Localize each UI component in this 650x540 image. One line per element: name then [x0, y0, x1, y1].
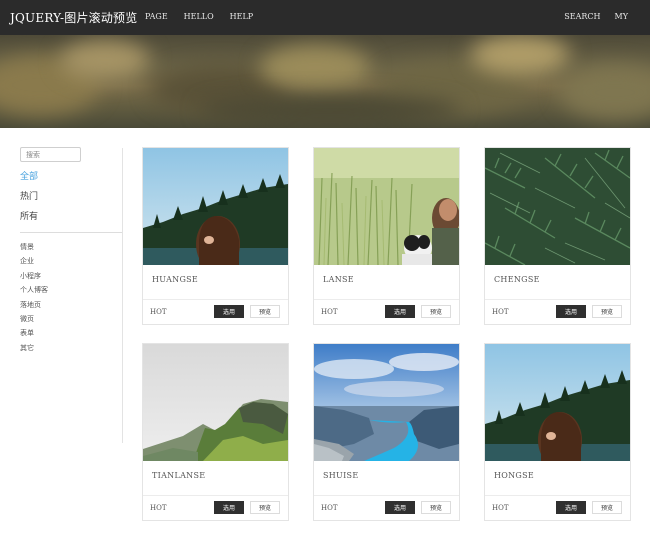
- select-button[interactable]: 选用: [385, 501, 415, 514]
- preview-button[interactable]: 预览: [592, 305, 622, 318]
- card-photo[interactable]: [485, 148, 630, 265]
- template-card[interactable]: SHUISE HOT 选用 预览: [313, 343, 460, 521]
- subcategory-personal-blog[interactable]: 个人博客: [20, 285, 48, 299]
- card-title: SHUISE: [323, 471, 359, 480]
- top-navbar: JQUERY-图片滚动预览 PAGE HELLO HELP SEARCH MY: [0, 0, 650, 35]
- select-button[interactable]: 选用: [214, 501, 244, 514]
- template-card[interactable]: HONGSE HOT 选用 预览: [484, 343, 631, 521]
- card-photo[interactable]: [143, 344, 288, 461]
- template-card[interactable]: TIANLANSE HOT 选用 预览: [142, 343, 289, 521]
- template-card[interactable]: HUANGSE HOT 选用 预览: [142, 147, 289, 325]
- preview-button[interactable]: 预览: [421, 305, 451, 318]
- card-title: LANSE: [323, 275, 354, 284]
- card-tag: HOT: [321, 308, 338, 316]
- sub-category-list: 情景 企业 小程序 个人博客 落地页 微页 表单 其它: [20, 242, 48, 357]
- card-title: HUANGSE: [152, 275, 199, 284]
- subcategory-micro-page[interactable]: 微页: [20, 314, 48, 328]
- card-divider: [143, 495, 288, 496]
- card-photo[interactable]: [485, 344, 630, 461]
- nav-left-group: PAGE HELLO HELP: [145, 12, 253, 21]
- select-button[interactable]: 选用: [556, 305, 586, 318]
- sidebar-divider: [20, 232, 122, 233]
- nav-link-my[interactable]: MY: [615, 12, 628, 21]
- subcategory-enterprise[interactable]: 企业: [20, 256, 48, 270]
- hero-blur-shape: [470, 35, 570, 75]
- card-divider: [314, 299, 459, 300]
- card-tag: HOT: [321, 504, 338, 512]
- card-tag: HOT: [492, 308, 509, 316]
- template-card[interactable]: LANSE HOT 选用 预览: [313, 147, 460, 325]
- subcategory-mini-program[interactable]: 小程序: [20, 271, 48, 285]
- card-tag: HOT: [150, 504, 167, 512]
- preview-button[interactable]: 预览: [250, 305, 280, 318]
- card-title: CHENGSE: [494, 275, 540, 284]
- nav-right-group: SEARCH MY: [564, 12, 628, 21]
- card-photo[interactable]: [314, 148, 459, 265]
- select-button[interactable]: 选用: [385, 305, 415, 318]
- brand-title[interactable]: JQUERY-图片滚动预览: [10, 9, 137, 26]
- card-title: TIANLANSE: [152, 471, 206, 480]
- subcategory-form[interactable]: 表单: [20, 328, 48, 342]
- nav-link-page[interactable]: PAGE: [145, 12, 168, 21]
- preview-button[interactable]: 预览: [592, 501, 622, 514]
- card-title: HONGSE: [494, 471, 535, 480]
- subcategory-other[interactable]: 其它: [20, 343, 48, 357]
- nav-link-hello[interactable]: HELLO: [184, 12, 214, 21]
- sidebar-vertical-rule: [122, 148, 123, 443]
- subcategory-landing-page[interactable]: 落地页: [20, 300, 48, 314]
- preview-button[interactable]: 预览: [421, 501, 451, 514]
- category-hot[interactable]: 热门: [20, 191, 38, 211]
- search-input[interactable]: [20, 147, 81, 162]
- nav-link-help[interactable]: HELP: [230, 12, 254, 21]
- hero-blur-shape: [200, 95, 460, 125]
- preview-button[interactable]: 预览: [250, 501, 280, 514]
- main-category-list: 全部 热门 所有: [20, 171, 38, 231]
- card-photo[interactable]: [314, 344, 459, 461]
- category-everything[interactable]: 所有: [20, 211, 38, 231]
- select-button[interactable]: 选用: [556, 501, 586, 514]
- card-divider: [485, 495, 630, 496]
- card-tag: HOT: [150, 308, 167, 316]
- subcategory-scene[interactable]: 情景: [20, 242, 48, 256]
- card-tag: HOT: [492, 504, 509, 512]
- hero-blur-shape: [60, 40, 150, 80]
- hero-blur-shape: [560, 65, 650, 120]
- hero-blur-shape: [260, 45, 370, 90]
- card-photo[interactable]: [143, 148, 288, 265]
- card-divider: [314, 495, 459, 496]
- nav-link-search[interactable]: SEARCH: [564, 12, 600, 21]
- card-divider: [143, 299, 288, 300]
- category-all[interactable]: 全部: [20, 171, 38, 191]
- hero-banner: [0, 35, 650, 128]
- card-divider: [485, 299, 630, 300]
- select-button[interactable]: 选用: [214, 305, 244, 318]
- template-card[interactable]: CHENGSE HOT 选用 预览: [484, 147, 631, 325]
